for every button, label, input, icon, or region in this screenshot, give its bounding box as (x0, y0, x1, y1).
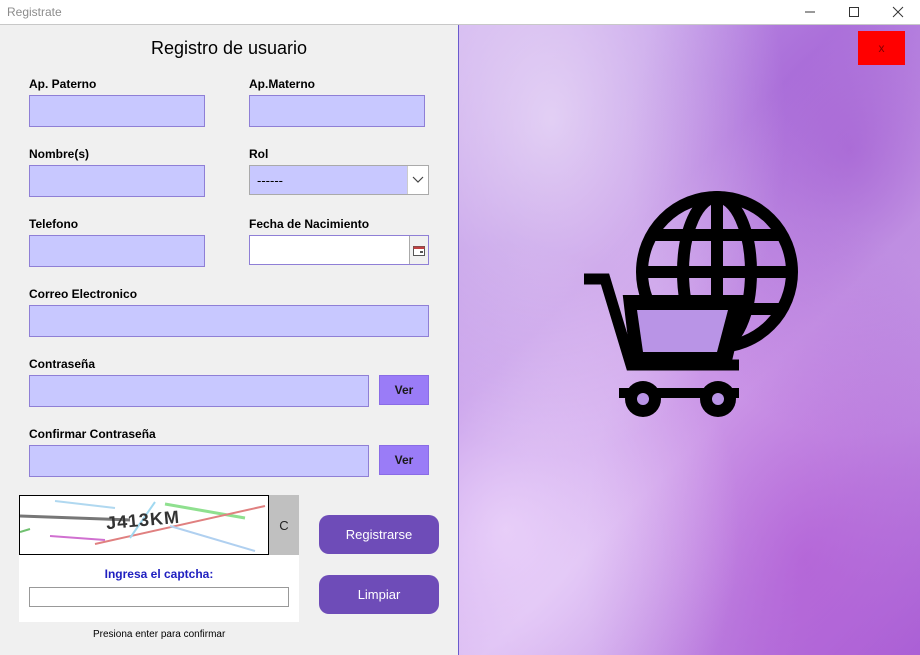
ap-materno-input[interactable] (249, 95, 425, 127)
register-button[interactable]: Registrarse (319, 515, 439, 554)
window-title: Registrate (7, 5, 62, 19)
nombre-label: Nombre(s) (29, 147, 90, 161)
chevron-down-icon[interactable] (407, 166, 428, 194)
fecha-label: Fecha de Nacimiento (249, 217, 370, 231)
captcha-hint: Presiona enter para confirmar (93, 629, 226, 640)
confirmar-contrasena-input[interactable] (29, 445, 369, 477)
ap-paterno-input[interactable] (29, 95, 205, 127)
maximize-button[interactable] (832, 0, 876, 24)
captcha-input[interactable] (29, 587, 289, 607)
contrasena-label: Contraseña (29, 357, 96, 371)
decorative-image-panel: x (458, 25, 920, 655)
telefono-input[interactable] (29, 235, 205, 267)
ver-password-button[interactable]: Ver (379, 375, 429, 405)
confirmar-label: Confirmar Contraseña (29, 427, 156, 441)
ver-confirm-password-button[interactable]: Ver (379, 445, 429, 475)
correo-label: Correo Electronico (29, 287, 138, 301)
close-form-button[interactable]: x (858, 31, 905, 65)
calendar-icon[interactable] (409, 236, 428, 264)
clear-button[interactable]: Limpiar (319, 575, 439, 614)
captcha-image: J413KM (19, 495, 269, 555)
maximize-icon (849, 7, 859, 17)
minimize-icon (805, 11, 815, 13)
close-icon (892, 6, 904, 18)
rol-select[interactable]: ------ (249, 165, 429, 195)
rol-label: Rol (249, 147, 269, 161)
shopping-cart-globe-icon (584, 191, 798, 417)
fecha-nacimiento-picker[interactable] (249, 235, 429, 265)
captcha-entry-panel: Ingresa el captcha: (19, 555, 299, 622)
title-bar: Registrate (0, 0, 920, 25)
registration-form: Registro de usuario Ap. Paterno Ap.Mater… (0, 25, 458, 655)
correo-input[interactable] (29, 305, 429, 337)
minimize-button[interactable] (788, 0, 832, 24)
ap-materno-label: Ap.Materno (249, 77, 315, 91)
ap-paterno-label: Ap. Paterno (29, 77, 97, 91)
rol-selected-value: ------ (257, 173, 283, 188)
close-window-button[interactable] (876, 0, 920, 24)
telefono-label: Telefono (29, 217, 79, 231)
captcha-prompt: Ingresa el captcha: (104, 567, 214, 581)
nombre-input[interactable] (29, 165, 205, 197)
form-heading: Registro de usuario (150, 38, 308, 58)
contrasena-input[interactable] (29, 375, 369, 407)
captcha-refresh-button[interactable]: C (269, 495, 299, 555)
